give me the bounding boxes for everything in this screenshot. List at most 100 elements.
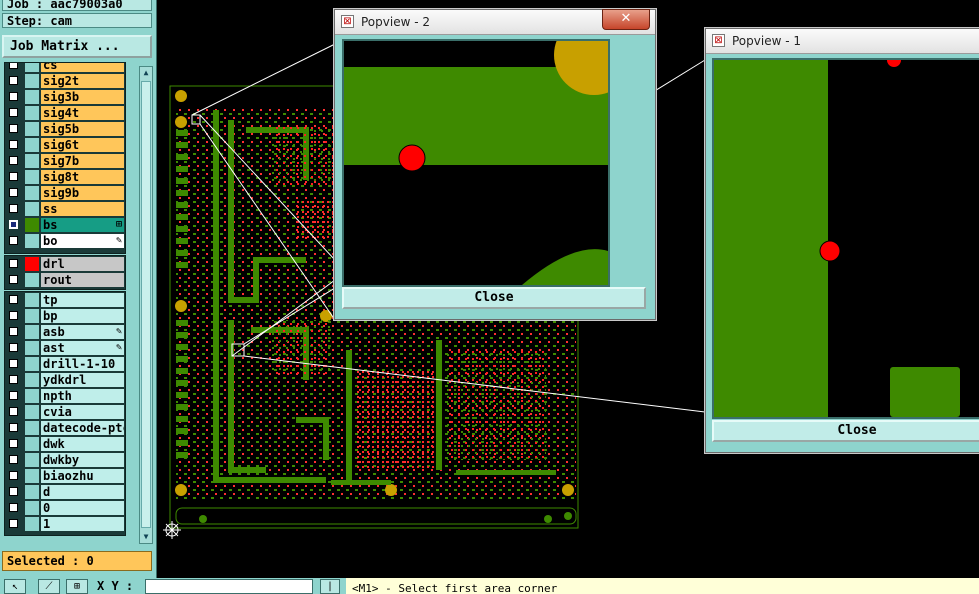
- layer-name[interactable]: npth: [41, 389, 124, 403]
- layer-name[interactable]: tp: [41, 293, 124, 307]
- layer-row[interactable]: tp: [5, 292, 125, 308]
- layer-name[interactable]: sig8t: [41, 170, 124, 184]
- layer-row[interactable]: bs ⊞: [5, 217, 125, 233]
- layer-color-swatch[interactable]: [25, 273, 39, 287]
- layer-name[interactable]: sig2t: [41, 74, 124, 88]
- layer-color-swatch[interactable]: [25, 122, 39, 136]
- layer-name[interactable]: ydkdrl: [41, 373, 124, 387]
- layer-name[interactable]: sig3b: [41, 90, 124, 104]
- layer-color-swatch[interactable]: [25, 421, 39, 435]
- scroll-thumb[interactable]: [141, 81, 151, 528]
- layer-checkbox[interactable]: [9, 220, 18, 229]
- layer-checkbox[interactable]: [9, 140, 18, 149]
- layer-color-swatch[interactable]: [25, 357, 39, 371]
- job-matrix-button[interactable]: Job Matrix ...: [2, 35, 152, 58]
- layer-row[interactable]: drill-1-10: [5, 356, 125, 372]
- layer-row[interactable]: sig7b: [5, 153, 125, 169]
- layer-color-swatch[interactable]: [25, 341, 39, 355]
- select-tool-button[interactable]: ↖: [4, 579, 26, 594]
- layer-name[interactable]: biaozhu: [41, 469, 124, 483]
- layer-name[interactable]: ss: [41, 202, 124, 216]
- xy-coordinate-input[interactable]: [145, 579, 313, 594]
- layer-row[interactable]: d: [5, 484, 125, 500]
- layer-color-swatch[interactable]: [25, 485, 39, 499]
- layer-checkbox[interactable]: [9, 76, 18, 85]
- layer-color-swatch[interactable]: [25, 437, 39, 451]
- layer-row[interactable]: dwkby: [5, 452, 125, 468]
- layer-name[interactable]: sig9b: [41, 186, 124, 200]
- layer-checkbox[interactable]: [9, 295, 18, 304]
- scroll-up-icon[interactable]: ▲: [140, 67, 152, 79]
- layer-checkbox[interactable]: [9, 503, 18, 512]
- layer-checkbox[interactable]: [9, 156, 18, 165]
- layer-row[interactable]: 0: [5, 500, 125, 516]
- layer-name[interactable]: rout: [41, 273, 124, 287]
- layer-color-swatch[interactable]: [25, 106, 39, 120]
- layer-name[interactable]: d: [41, 485, 124, 499]
- layer-row[interactable]: ss: [5, 201, 125, 217]
- popview-1-close-button[interactable]: Close: [712, 420, 979, 442]
- layer-color-swatch[interactable]: [25, 202, 39, 216]
- layer-checkbox[interactable]: [9, 63, 18, 69]
- layer-name[interactable]: cvia: [41, 405, 124, 419]
- layer-color-swatch[interactable]: [25, 453, 39, 467]
- layer-checkbox[interactable]: [9, 487, 18, 496]
- layer-color-swatch[interactable]: [25, 218, 39, 232]
- layer-row[interactable]: ydkdrl: [5, 372, 125, 388]
- layer-checkbox[interactable]: [9, 108, 18, 117]
- layer-name[interactable]: bp: [41, 309, 124, 323]
- layer-checkbox[interactable]: [9, 311, 18, 320]
- layer-row[interactable]: ast ✎: [5, 340, 125, 356]
- layer-list-scrollbar[interactable]: ▲ ▼: [139, 66, 153, 544]
- layer-checkbox[interactable]: [9, 204, 18, 213]
- layer-checkbox[interactable]: [9, 124, 18, 133]
- popview-2-close-button[interactable]: Close: [342, 287, 646, 309]
- layer-color-swatch[interactable]: [25, 74, 39, 88]
- layer-checkbox[interactable]: [9, 188, 18, 197]
- layer-name[interactable]: datecode-ptc: [41, 421, 124, 435]
- popview-1-titlebar[interactable]: ⊠ Popview - 1: [706, 29, 979, 54]
- layer-row[interactable]: datecode-ptc: [5, 420, 125, 436]
- scroll-down-icon[interactable]: ▼: [140, 531, 152, 543]
- layer-color-swatch[interactable]: [25, 257, 39, 271]
- layer-checkbox[interactable]: [9, 407, 18, 416]
- layer-color-swatch[interactable]: [25, 63, 39, 72]
- layer-color-swatch[interactable]: [25, 293, 39, 307]
- layer-checkbox[interactable]: [9, 423, 18, 432]
- layer-name[interactable]: ast ✎: [41, 341, 124, 355]
- layer-checkbox[interactable]: [9, 92, 18, 101]
- layer-name[interactable]: 0: [41, 501, 124, 515]
- layer-checkbox[interactable]: [9, 327, 18, 336]
- layer-name[interactable]: bs ⊞: [41, 218, 124, 232]
- layer-name[interactable]: cs: [41, 63, 124, 72]
- layer-checkbox[interactable]: [9, 519, 18, 528]
- layer-color-swatch[interactable]: [25, 501, 39, 515]
- layer-checkbox[interactable]: [9, 455, 18, 464]
- layer-checkbox[interactable]: [9, 439, 18, 448]
- layer-row[interactable]: rout: [5, 272, 125, 288]
- layer-color-swatch[interactable]: [25, 138, 39, 152]
- layer-checkbox[interactable]: [9, 391, 18, 400]
- layer-checkbox[interactable]: [9, 343, 18, 352]
- layer-color-swatch[interactable]: [25, 186, 39, 200]
- layer-row[interactable]: sig9b: [5, 185, 125, 201]
- layer-name[interactable]: asb ✎: [41, 325, 124, 339]
- layer-row[interactable]: sig5b: [5, 121, 125, 137]
- layer-row[interactable]: bo ✎: [5, 233, 125, 249]
- popview-1-viewport[interactable]: [712, 58, 979, 419]
- layer-row[interactable]: dwk: [5, 436, 125, 452]
- layer-name[interactable]: drill-1-10: [41, 357, 124, 371]
- layer-row[interactable]: bp: [5, 308, 125, 324]
- layer-name[interactable]: bo ✎: [41, 234, 124, 248]
- layer-color-swatch[interactable]: [25, 405, 39, 419]
- popview-2-viewport[interactable]: [342, 39, 610, 287]
- layer-color-swatch[interactable]: [25, 373, 39, 387]
- layer-checkbox[interactable]: [9, 471, 18, 480]
- layer-row[interactable]: asb ✎: [5, 324, 125, 340]
- layer-color-swatch[interactable]: [25, 234, 39, 248]
- layer-checkbox[interactable]: [9, 172, 18, 181]
- layer-row[interactable]: biaozhu: [5, 468, 125, 484]
- layer-color-swatch[interactable]: [25, 325, 39, 339]
- layer-name[interactable]: drl: [41, 257, 124, 271]
- snap-tool-button[interactable]: ⊞: [66, 579, 88, 594]
